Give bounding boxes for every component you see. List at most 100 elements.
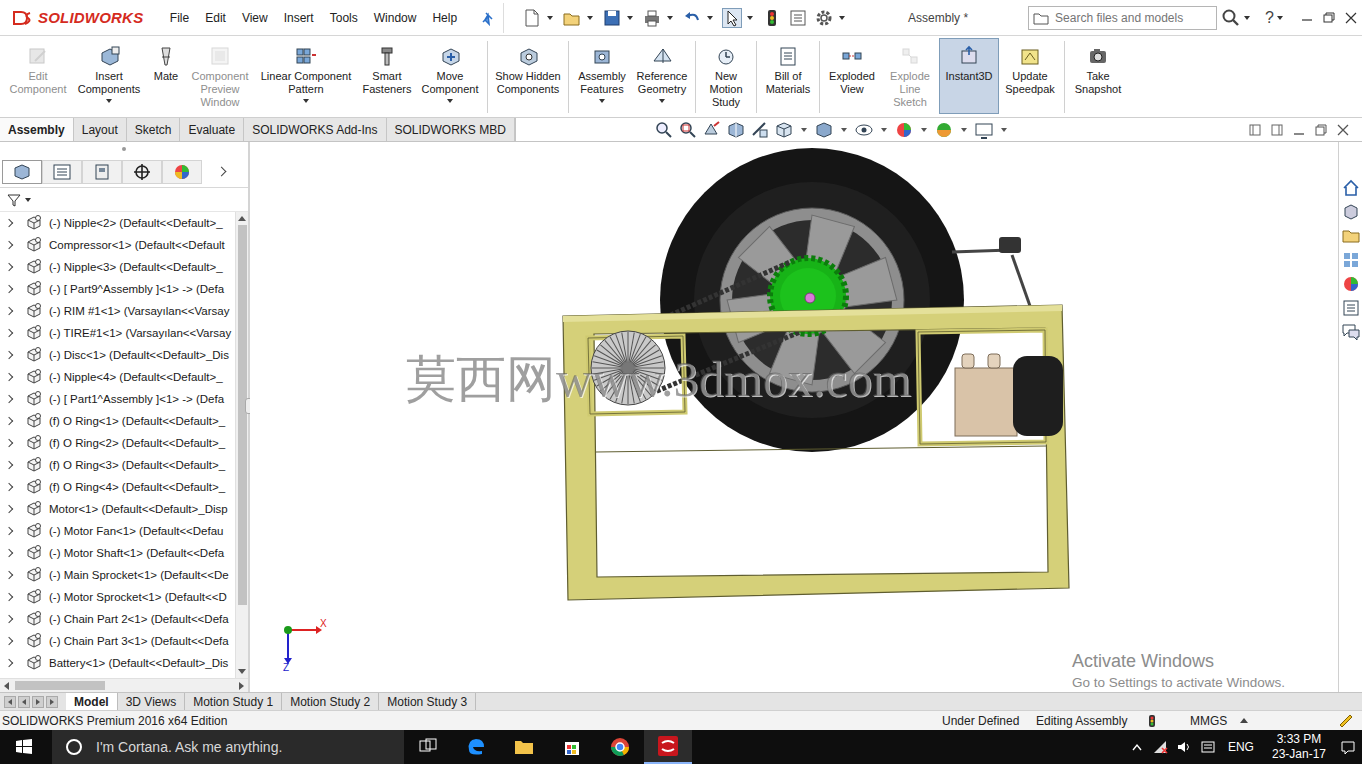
command-tab[interactable]: Evaluate xyxy=(180,118,244,141)
scroll-right-arrow[interactable] xyxy=(239,682,244,690)
file-explorer-icon[interactable] xyxy=(1341,226,1361,246)
expand-chevron[interactable] xyxy=(5,571,13,579)
command-tab[interactable]: SOLIDWORKS Add-Ins xyxy=(244,118,386,141)
expand-chevron[interactable] xyxy=(5,615,13,623)
expand-chevron[interactable] xyxy=(5,307,13,315)
minimize-icon[interactable] xyxy=(1296,8,1318,28)
command-label[interactable]: Assembly Features xyxy=(575,70,629,96)
command-button[interactable]: Component Preview Window xyxy=(186,38,254,114)
first-tab-arrow[interactable] xyxy=(4,696,16,708)
new-document-icon[interactable] xyxy=(522,8,542,28)
tree-item[interactable]: Motor<1> (Default<<Default>_Disp xyxy=(0,498,235,520)
bottom-tab[interactable]: Model xyxy=(66,693,118,710)
tree-item-label[interactable]: (-) Nipple<4> (Default<<Default>_ xyxy=(49,371,223,383)
command-button[interactable]: Instant3D xyxy=(939,38,999,114)
viewport-close-icon[interactable] xyxy=(1336,123,1350,137)
tree-item[interactable]: (f) O Ring<3> (Default<<Default>_ xyxy=(0,454,235,476)
section-view-icon[interactable] xyxy=(726,120,746,140)
view-settings-icon[interactable] xyxy=(974,120,994,140)
apply-scene-icon[interactable] xyxy=(934,120,954,140)
tree-item[interactable]: (-) Motor Shaft<1> (Default<<Defa xyxy=(0,542,235,564)
filter-caret[interactable] xyxy=(25,198,31,202)
tree-item[interactable]: Compressor<1> (Default<<Default xyxy=(0,234,235,256)
command-label[interactable]: Smart Fasteners xyxy=(361,70,413,96)
dropdown-caret[interactable] xyxy=(839,16,845,20)
bottom-tab[interactable]: 3D Views xyxy=(118,693,185,710)
expand-chevron[interactable] xyxy=(5,395,13,403)
panel-tab[interactable] xyxy=(82,160,122,184)
expand-chevron[interactable] xyxy=(5,549,13,557)
help-button[interactable]: ? xyxy=(1265,9,1274,27)
menu-item[interactable]: Tools xyxy=(322,11,366,25)
close-icon[interactable] xyxy=(1340,8,1362,28)
menu-item[interactable]: File xyxy=(162,11,197,25)
command-button[interactable]: Assembly Features xyxy=(572,38,632,114)
select-icon[interactable] xyxy=(722,8,742,28)
command-button[interactable]: Bill of Materials xyxy=(760,38,816,114)
expand-chevron[interactable] xyxy=(5,219,13,227)
command-label[interactable]: Update Speedpak xyxy=(1002,70,1058,96)
h-scroll-thumb[interactable] xyxy=(15,681,105,690)
dropdown-caret[interactable] xyxy=(627,16,633,20)
tree-item-label[interactable]: (-) Main Sprocket<1> (Default<<De xyxy=(49,569,229,581)
command-button[interactable]: Smart Fasteners xyxy=(358,38,416,114)
scroll-left-arrow[interactable] xyxy=(4,682,9,690)
tree-item[interactable]: (-) TIRE#1<1> (Varsayılan<<Varsay xyxy=(0,322,235,344)
tree-item[interactable]: (-) Chain Part 2<1> (Default<<Defa xyxy=(0,608,235,630)
dropdown-caret[interactable] xyxy=(667,16,673,20)
hide-show-items-icon[interactable] xyxy=(854,120,874,140)
edit-appearance-icon[interactable] xyxy=(894,120,914,140)
options-gear-icon[interactable] xyxy=(814,8,834,28)
expand-chevron[interactable] xyxy=(5,241,13,249)
tree-item[interactable]: (-) Motor Sprocket<1> (Default<<D xyxy=(0,586,235,608)
command-button[interactable]: Move Component xyxy=(416,38,484,114)
menu-item[interactable]: Window xyxy=(366,11,425,25)
tree-horizontal-scrollbar[interactable] xyxy=(0,678,248,692)
panel-tab[interactable] xyxy=(122,160,162,184)
view-orientation-icon[interactable] xyxy=(774,120,794,140)
command-button[interactable]: Take Snapshot xyxy=(1068,38,1128,114)
open-folder-icon[interactable] xyxy=(562,8,582,28)
command-button[interactable]: Edit Component xyxy=(4,38,72,114)
taskbar-app[interactable] xyxy=(548,730,596,764)
command-dropdown-caret[interactable] xyxy=(659,99,665,103)
command-tab[interactable]: Layout xyxy=(74,118,127,141)
expand-chevron[interactable] xyxy=(5,593,13,601)
tree-item[interactable]: (-) [ Part1^Assembly ]<1> -> (Defa xyxy=(0,388,235,410)
expand-chevron[interactable] xyxy=(5,329,13,337)
prev-tab-arrow[interactable] xyxy=(18,696,30,708)
view-palette-icon[interactable] xyxy=(1341,250,1361,270)
command-label[interactable]: Bill of Materials xyxy=(763,70,813,96)
bottom-tab[interactable]: Motion Study 2 xyxy=(282,693,379,710)
panel-tab[interactable] xyxy=(2,160,42,184)
command-button[interactable]: Exploded View xyxy=(823,38,881,114)
restore-icon[interactable] xyxy=(1318,8,1340,28)
tree-item-label[interactable]: Compressor<1> (Default<<Default xyxy=(49,239,225,251)
tree-scrollbar[interactable] xyxy=(235,212,248,678)
command-label[interactable]: Insert Components xyxy=(75,70,143,96)
next-tab-arrow[interactable] xyxy=(32,696,44,708)
command-button[interactable]: Mate xyxy=(146,38,186,114)
tile-left-icon[interactable] xyxy=(1248,123,1262,137)
expand-chevron[interactable] xyxy=(5,505,13,513)
taskbar-app[interactable] xyxy=(452,730,500,764)
tree-item-label[interactable]: (-) Motor Fan<1> (Default<<Defau xyxy=(49,525,224,537)
save-icon[interactable] xyxy=(602,8,622,28)
menu-item[interactable]: Edit xyxy=(197,11,234,25)
command-button[interactable]: Update Speedpak xyxy=(999,38,1061,114)
clock-date[interactable]: 23-Jan-17 xyxy=(1272,747,1326,762)
dynamic-annotation-icon[interactable] xyxy=(750,120,770,140)
menu-item[interactable]: View xyxy=(234,11,276,25)
cortana-prompt[interactable]: I'm Cortana. Ask me anything. xyxy=(96,739,282,755)
appearances-icon[interactable] xyxy=(1341,274,1361,294)
command-button[interactable]: New Motion Study xyxy=(699,38,753,114)
scroll-down-arrow[interactable] xyxy=(238,669,246,674)
unit-system[interactable]: MMGS xyxy=(1190,714,1240,728)
tree-item[interactable]: (-) Nipple<4> (Default<<Default>_ xyxy=(0,366,235,388)
expand-chevron[interactable] xyxy=(5,285,13,293)
tree-item-label[interactable]: (f) O Ring<2> (Default<<Default>_ xyxy=(49,437,225,449)
tree-item-label[interactable]: Battery<1> (Default<<Default>_Dis xyxy=(49,657,228,669)
view-dropdown-caret[interactable] xyxy=(961,128,967,132)
expand-chevron[interactable] xyxy=(5,461,13,469)
undo-icon[interactable] xyxy=(682,8,702,28)
